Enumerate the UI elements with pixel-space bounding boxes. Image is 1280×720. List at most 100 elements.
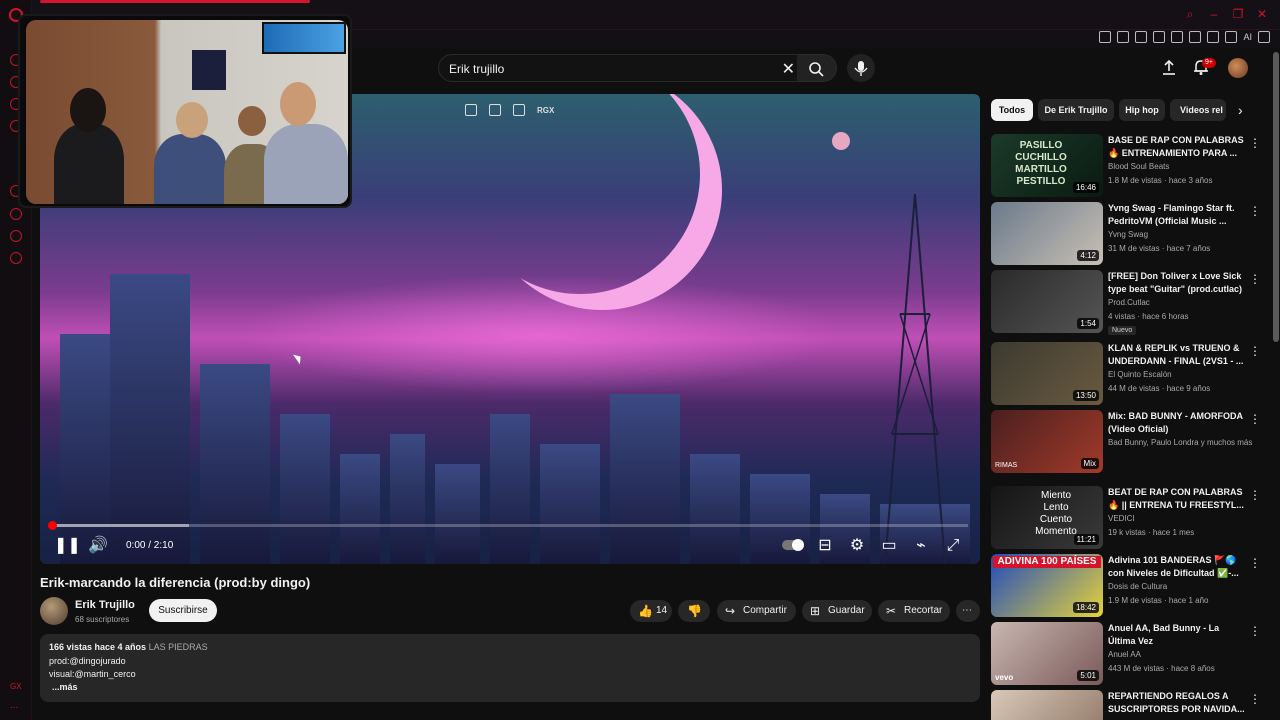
more-options-icon[interactable]: ⋮ [1249, 204, 1261, 218]
download-icon[interactable] [1225, 31, 1238, 43]
miniplayer-icon[interactable] [489, 104, 501, 116]
vpn-icon[interactable] [1153, 31, 1166, 43]
recommendation-title[interactable]: KLAN & REPLIK vs TRUENO & UNDERDANN - FI… [1108, 342, 1248, 368]
heart-icon[interactable] [1189, 31, 1202, 43]
channel-name[interactable]: Erik Trujillo [75, 599, 135, 611]
theater-mode-icon[interactable]: ▭ [880, 537, 898, 555]
menu-icon[interactable] [1258, 31, 1270, 43]
recommendation-item[interactable]: Miento Lento Cuento Momento 11:21 BEAT DE … [991, 486, 1266, 550]
sidebar-more-icon[interactable]: ... [10, 700, 18, 711]
more-options-icon[interactable]: ⋮ [1249, 272, 1261, 286]
autoplay-toggle[interactable] [782, 539, 804, 551]
recommendation-title[interactable]: Anuel AA, Bad Bunny - La Última Vez [1108, 622, 1248, 648]
rgx-label[interactable]: RGX [537, 106, 554, 115]
video-thumbnail[interactable]: RIMAS Mix [991, 410, 1103, 473]
restore-icon[interactable]: ❐ [1232, 8, 1244, 20]
more-options-icon[interactable]: ⋮ [1249, 624, 1261, 638]
chip-todos[interactable]: Todos [991, 99, 1033, 121]
recommendation-title[interactable]: BEAT DE RAP CON PALABRAS 🔥 || ENTRENA TU… [1108, 486, 1248, 512]
fullscreen-icon[interactable]: ⤢ [944, 537, 962, 555]
recommendation-title[interactable]: Yvng Swag - Flamingo Star ft. PedritoVM … [1108, 202, 1248, 228]
volume-button[interactable]: 🔊 [88, 537, 108, 555]
search-button[interactable] [797, 54, 837, 82]
video-thumbnail[interactable]: 13:50 [991, 342, 1103, 405]
dislike-button[interactable]: 👎 [678, 600, 710, 622]
recommendation-item[interactable]: PASILLO CUCHILLO MARTILLO PESTILLO 16:46 B… [991, 134, 1266, 198]
progress-bar[interactable] [52, 524, 968, 527]
location-tag[interactable]: LAS PIEDRAS [149, 642, 208, 652]
recommendation-title[interactable]: Adivina 101 BANDERAS 🚩🌎 con Niveles de D… [1108, 554, 1248, 580]
recommendation-item[interactable]: 1:54 [FREE] Don Toliver x Love Sick type … [991, 270, 1266, 335]
history-icon[interactable] [10, 208, 22, 220]
recommendation-title[interactable]: REPARTIENDO REGALOS A SUSCRIPTORES POR N… [1108, 690, 1248, 716]
recommendation-item[interactable]: REPARTIENDO REGALOS A SUSCRIPTORES POR N… [991, 690, 1266, 720]
minimize-icon[interactable]: – [1208, 8, 1220, 20]
voice-search-button[interactable] [847, 54, 875, 82]
recommendation-title[interactable]: [FREE] Don Toliver x Love Sick type beat… [1108, 270, 1248, 296]
recommendation-item[interactable]: vevo 5:01 Anuel AA, Bad Bunny - La Última … [991, 622, 1266, 686]
more-options-icon[interactable]: ⋮ [1249, 556, 1261, 570]
subtitles-icon[interactable]: ⊟ [816, 537, 834, 555]
next-icon[interactable] [513, 104, 525, 116]
video-thumbnail[interactable]: vevo 5:01 [991, 622, 1103, 685]
search-input[interactable]: Erik trujillo ✕ [438, 54, 806, 82]
recommendation-channel[interactable]: Yvng Swag [1108, 230, 1148, 239]
more-options-icon[interactable]: ⋮ [1249, 488, 1261, 502]
recommendation-channel[interactable]: Bad Bunny, Paulo Londra y muchos más [1108, 438, 1252, 447]
chip-hip-hop[interactable]: Hip hop [1119, 99, 1165, 121]
video-thumbnail[interactable]: 1:54 [991, 270, 1103, 333]
recommendation-item[interactable]: ADIVINA 100 PAÍSES 18:42 Adivina 101 BANDE… [991, 554, 1266, 618]
snapshot-icon[interactable] [1117, 31, 1130, 43]
more-options-icon[interactable]: ⋮ [1249, 136, 1261, 150]
like-button[interactable]: 👍 14 [630, 600, 672, 622]
video-thumbnail[interactable]: ADIVINA 100 PAÍSES 18:42 [991, 554, 1103, 617]
clip-button[interactable]: ✂ Recortar [878, 600, 950, 622]
lock-icon[interactable] [1207, 31, 1220, 43]
ai-button[interactable]: AI [1243, 32, 1252, 42]
user-avatar[interactable] [1228, 58, 1248, 78]
recommendation-title[interactable]: Mix: BAD BUNNY - AMORFODA (Video Oficial… [1108, 410, 1248, 436]
chip-erik-trujillo[interactable]: De Erik Trujillo [1038, 99, 1114, 121]
more-options-icon[interactable]: ⋮ [1249, 344, 1261, 358]
description-box[interactable]: 166 vistas hace 4 años LAS PIEDRAS prod:… [40, 634, 980, 702]
pause-button[interactable]: ❚❚ [54, 537, 81, 555]
more-options-icon[interactable]: ⋮ [1249, 692, 1261, 706]
save-button[interactable]: ⊞ Guardar [802, 600, 872, 622]
scrollbar-thumb[interactable] [1273, 52, 1279, 342]
clear-search-icon[interactable]: ✕ [782, 59, 795, 79]
chip-related[interactable]: Videos rel [1170, 99, 1226, 121]
channel-avatar[interactable] [40, 597, 68, 625]
upload-icon[interactable] [1160, 58, 1178, 76]
show-more-link[interactable]: ...más [52, 682, 78, 692]
video-thumbnail[interactable]: Miento Lento Cuento Momento 11:21 [991, 486, 1103, 549]
more-actions-button[interactable]: ⋯ [956, 600, 980, 622]
close-icon[interactable]: ✕ [1256, 8, 1268, 20]
chevron-right-icon[interactable]: › [1238, 102, 1243, 118]
recommendation-channel[interactable]: Blood Soul Beats [1108, 162, 1169, 171]
recommendation-item[interactable]: RIMAS Mix Mix: BAD BUNNY - AMORFODA (Video… [991, 410, 1266, 474]
video-thumbnail[interactable]: PASILLO CUCHILLO MARTILLO PESTILLO 16:46 [991, 134, 1103, 197]
recommendation-channel[interactable]: Anuel AA [1108, 650, 1141, 659]
settings-gear-icon[interactable]: ⚙ [848, 537, 866, 555]
bookmark-icon[interactable] [1099, 31, 1112, 43]
shield-icon[interactable] [1135, 31, 1148, 43]
settings-icon[interactable] [10, 252, 22, 264]
recommendation-channel[interactable]: Dosis de Cultura [1108, 582, 1167, 591]
more-options-icon[interactable]: ⋮ [1249, 412, 1261, 426]
recommendation-title[interactable]: BASE DE RAP CON PALABRAS 🔥 ENTRENAMIENTO… [1108, 134, 1248, 160]
player-icon[interactable] [1171, 31, 1184, 43]
recommendation-item[interactable]: 13:50 KLAN & REPLIK vs TRUENO & UNDERDANN… [991, 342, 1266, 406]
recommendation-channel[interactable]: VEDICI [1108, 514, 1135, 523]
playlist-icon[interactable] [465, 104, 477, 116]
recommendation-channel[interactable]: El Quinto Escalón [1108, 370, 1172, 379]
search-tabs-icon[interactable]: ⌕ [1184, 8, 1196, 20]
video-thumbnail[interactable]: 4:12 [991, 202, 1103, 265]
recommendation-item[interactable]: 4:12 Yvng Swag - Flamingo Star ft. Pedrit… [991, 202, 1266, 266]
extensions-icon[interactable] [10, 230, 22, 242]
recommendation-channel[interactable]: Prod.Cutlac [1108, 298, 1150, 307]
scrubber-handle[interactable] [48, 521, 57, 530]
share-button[interactable]: ↪ Compartir [717, 600, 796, 622]
video-thumbnail[interactable] [991, 690, 1103, 720]
subscribe-button[interactable]: Suscribirse [149, 599, 217, 622]
cast-icon[interactable]: ⌁ [912, 537, 930, 555]
